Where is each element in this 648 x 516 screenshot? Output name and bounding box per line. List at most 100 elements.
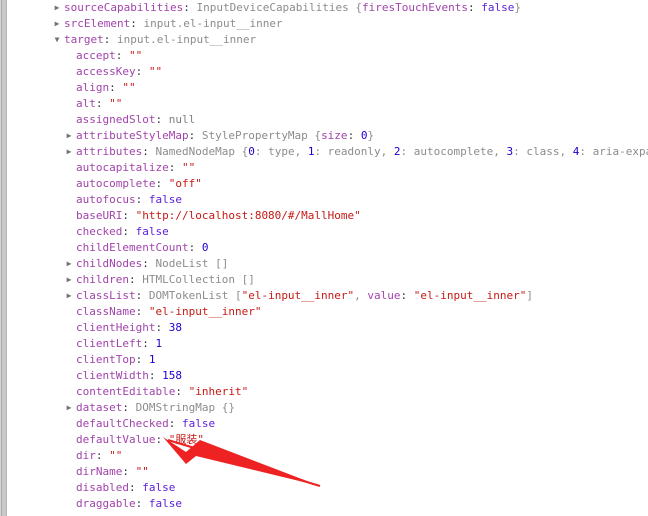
- token: "inherit": [188, 385, 249, 398]
- property-row[interactable]: autocapitalize: "": [8, 160, 648, 176]
- token: ,: [354, 289, 368, 302]
- token: :: [135, 353, 149, 366]
- property-text: clientHeight: 38: [8, 321, 182, 334]
- token: autocomplete: [76, 177, 156, 190]
- property-row[interactable]: clientTop: 1: [8, 352, 648, 368]
- property-row[interactable]: sourceCapabilities: InputDeviceCapabilit…: [8, 0, 648, 16]
- property-row[interactable]: contentEditable: "inherit": [8, 384, 648, 400]
- token: className: [76, 305, 136, 318]
- property-row[interactable]: childNodes: NodeList []: [8, 256, 648, 272]
- chevron-right-icon[interactable]: [64, 272, 74, 288]
- token: :: [122, 465, 136, 478]
- property-row[interactable]: disabled: false: [8, 480, 648, 496]
- chevron-right-icon[interactable]: [52, 16, 62, 32]
- property-row[interactable]: attributes: NamedNodeMap {0: type, 1: re…: [8, 144, 648, 160]
- token: : class,: [513, 145, 573, 158]
- console-scrollbar[interactable]: [0, 0, 8, 516]
- token: false: [135, 225, 169, 238]
- token: :: [115, 49, 129, 62]
- token: "服装": [168, 433, 204, 446]
- property-row[interactable]: checked: false: [8, 224, 648, 240]
- property-row[interactable]: target: input.el-input__inner: [8, 32, 648, 48]
- token: false: [148, 497, 182, 510]
- property-row[interactable]: align: "": [8, 80, 648, 96]
- property-text: childElementCount: 0: [8, 241, 208, 254]
- property-row[interactable]: childElementCount: 0: [8, 240, 648, 256]
- token: "": [109, 97, 123, 110]
- property-row[interactable]: autofocus: false: [8, 192, 648, 208]
- property-text: autofocus: false: [8, 193, 182, 206]
- token: 38: [168, 321, 182, 334]
- chevron-down-icon[interactable]: [52, 32, 62, 48]
- property-row[interactable]: baseURI: "http://localhost:8080/#/MallHo…: [8, 208, 648, 224]
- property-row[interactable]: dataset: DOMStringMap {}: [8, 400, 648, 416]
- devtools-object-inspector[interactable]: sourceCapabilities: InputDeviceCapabilit…: [8, 0, 648, 516]
- property-row[interactable]: srcElement: input.el-input__inner: [8, 16, 648, 32]
- property-row[interactable]: autocomplete: "off": [8, 176, 648, 192]
- chevron-right-icon[interactable]: [52, 0, 62, 16]
- property-row[interactable]: children: HTMLCollection []: [8, 272, 648, 288]
- property-row[interactable]: dir: "": [8, 448, 648, 464]
- property-text: srcElement: input.el-input__inner: [8, 17, 283, 30]
- token: :: [95, 449, 110, 462]
- property-row[interactable]: accept: "": [8, 48, 648, 64]
- property-row[interactable]: attributeStyleMap: StylePropertyMap {siz…: [8, 128, 648, 144]
- token: autocapitalize: [76, 161, 169, 174]
- property-row[interactable]: clientWidth: 158: [8, 368, 648, 384]
- token: false: [481, 1, 515, 14]
- token: align: [76, 81, 110, 94]
- token: :: [155, 433, 169, 446]
- property-row[interactable]: accessKey: "": [8, 64, 648, 80]
- token: : aria-expand: [579, 145, 648, 158]
- token: clientWidth: [76, 369, 149, 382]
- token: :: [168, 161, 182, 174]
- property-row[interactable]: clientHeight: 38: [8, 320, 648, 336]
- property-row[interactable]: alt: "": [8, 96, 648, 112]
- property-row[interactable]: dirName: "": [8, 464, 648, 480]
- chevron-right-icon[interactable]: [64, 144, 74, 160]
- token: dirName: [76, 465, 123, 478]
- token: :: [142, 145, 156, 158]
- token: "": [148, 65, 163, 78]
- token: : autocomplete,: [400, 145, 507, 158]
- token: false: [148, 193, 182, 206]
- token: :: [468, 1, 482, 14]
- property-text: accessKey: "": [8, 65, 162, 78]
- token: clientLeft: [76, 337, 143, 350]
- token: :: [135, 65, 149, 78]
- token: :: [122, 225, 136, 238]
- token: value: [367, 289, 401, 302]
- token: attributeStyleMap: [76, 129, 189, 142]
- property-row[interactable]: draggable: false: [8, 496, 648, 512]
- property-row[interactable]: assignedSlot: null: [8, 112, 648, 128]
- property-row[interactable]: className: "el-input__inner": [8, 304, 648, 320]
- token: false: [181, 417, 216, 430]
- token: :: [122, 401, 136, 414]
- property-row[interactable]: classList: DOMTokenList ["el-input__inne…: [8, 288, 648, 304]
- token: :: [95, 97, 110, 110]
- token: :: [135, 289, 149, 302]
- token: draggable: [76, 497, 136, 510]
- chevron-right-icon[interactable]: [64, 288, 74, 304]
- property-text: attributes: NamedNodeMap {0: type, 1: re…: [8, 145, 648, 158]
- token: StylePropertyMap {: [201, 129, 322, 142]
- chevron-right-icon[interactable]: [64, 128, 74, 144]
- token: :: [135, 193, 149, 206]
- property-row[interactable]: clientLeft: 1: [8, 336, 648, 352]
- property-row[interactable]: defaultChecked: false: [8, 416, 648, 432]
- token: sourceCapabilities: [64, 1, 184, 14]
- token: }: [514, 1, 522, 14]
- token: clientHeight: [76, 321, 156, 334]
- token: "": [181, 161, 196, 174]
- property-text: dir: "": [8, 449, 122, 462]
- property-text: defaultChecked: false: [8, 417, 215, 430]
- property-text: className: "el-input__inner": [8, 305, 261, 318]
- token: checked: [76, 225, 123, 238]
- property-text: childNodes: NodeList []: [8, 257, 228, 270]
- token: input.el-input__inner: [143, 17, 283, 30]
- property-text: alt: "": [8, 97, 122, 110]
- property-row[interactable]: defaultValue: "服装": [8, 432, 648, 448]
- chevron-right-icon[interactable]: [64, 256, 74, 272]
- chevron-right-icon[interactable]: [64, 400, 74, 416]
- token: :: [155, 177, 169, 190]
